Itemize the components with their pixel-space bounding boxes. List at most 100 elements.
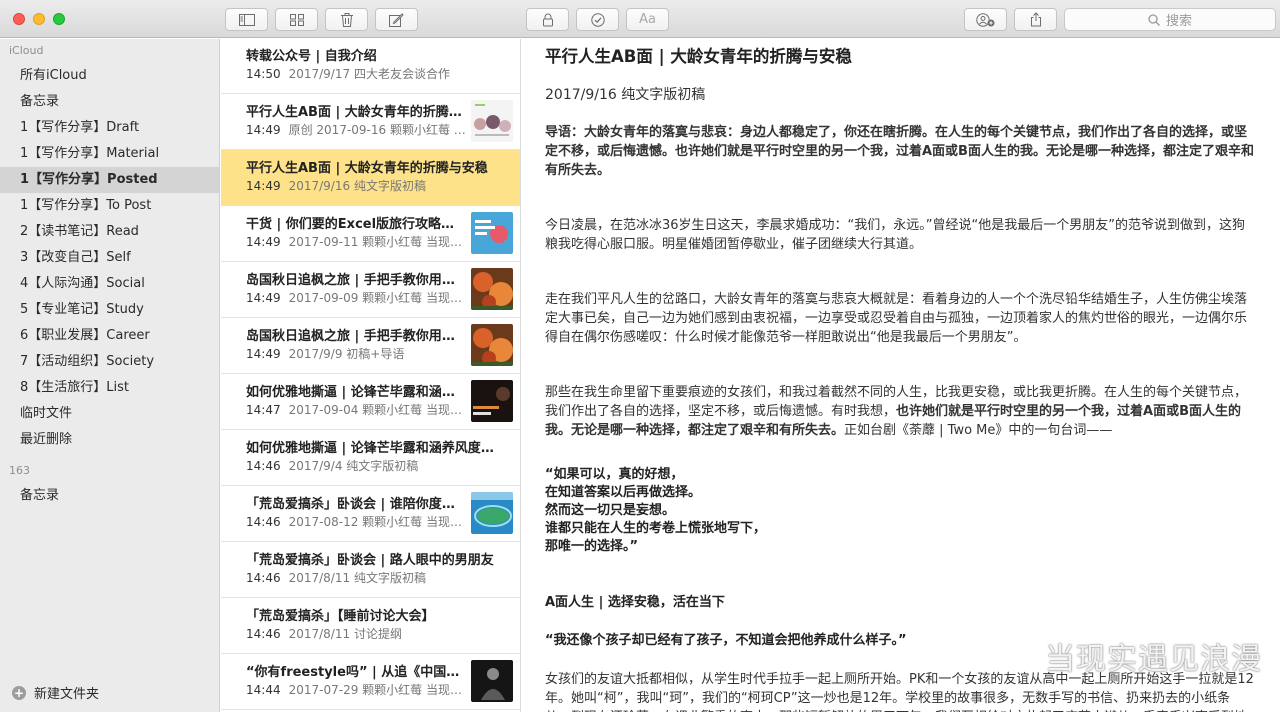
sidebar-item-163-notes[interactable]: 备忘录	[0, 483, 219, 509]
note-title: 「荒岛爱搞杀」卧谈会 | 谁陪你度过漫漫长夜	[246, 497, 466, 512]
new-folder-button[interactable]: + 新建文件夹	[12, 683, 99, 702]
note-preview: 2017-09-04 颗颗小红莓 当现实遇见浪漫	[288, 403, 466, 417]
note-title: 「荒岛爱搞杀」卧谈会 | 路人眼中的男朋友	[246, 553, 494, 568]
note-list-item[interactable]: 平行人生AB面 | 大龄女青年的折腾与安稳 14:49 原创 2017-09-16…	[221, 94, 520, 150]
note-paragraph: 今日凌晨，在范冰冰36岁生日这天，李晨求婚成功：“我们，永远。”曾经说“他是我最…	[545, 218, 1245, 252]
close-window-button[interactable]	[13, 13, 25, 25]
sidebar-item-self[interactable]: 3【改变自己】Self	[0, 245, 219, 271]
note-list-item[interactable]: 「荒岛爱搞杀」卧谈会 | 谁陪你度过漫漫长夜 14:46 2017-08-12 颗…	[221, 486, 520, 542]
note-meta: 14:46 2017/9/4 纯文字版初稿	[246, 458, 506, 475]
note-list-item[interactable]: 岛国秋日追枫之旅 | 手把手教你用攻略 14:49 2017-09-09 颗颗小红…	[221, 262, 520, 318]
sidebar-section-icloud: iCloud	[9, 44, 44, 57]
note-list-item-selected[interactable]: 平行人生AB面 | 大龄女青年的折腾与安稳 14:49 2017/9/16 纯文字…	[221, 150, 520, 206]
note-meta: 14:49 原创 2017-09-16 颗颗小红莓 当现实遇见浪漫	[246, 122, 466, 139]
zoom-window-button[interactable]	[53, 13, 65, 25]
note-preview: 2017-07-29 颗颗小红莓 当现实遇见浪漫	[288, 683, 466, 697]
sidebar-item-posted[interactable]: 1【写作分享】Posted	[0, 167, 219, 193]
note-list-item[interactable]: 干货 | 你们要的Excel版旅行攻略模板来了 14:49 2017-09-11 …	[221, 206, 520, 262]
grid-icon	[289, 13, 304, 26]
note-list-item[interactable]: 如何优雅地撕逼 | 论锋芒毕露和涵养风度的平衡 14:46 2017/9/4 纯文…	[221, 430, 520, 486]
note-preview: 2017/8/11 讨论提纲	[288, 627, 402, 641]
checkmark-circle-icon	[590, 12, 605, 27]
note-meta: 14:49 2017/9/9 初稿+导语	[246, 346, 466, 363]
note-time: 14:49	[246, 179, 281, 193]
note-time: 14:49	[246, 235, 281, 249]
add-people-button[interactable]	[964, 8, 1007, 31]
note-time: 14:49	[246, 123, 281, 137]
note-title: 「荒岛爱搞杀」【睡前讨论大会】	[246, 609, 435, 624]
note-title: “你有freestyle吗” | 从追《中国有嘻哈》说起	[246, 665, 466, 680]
search-icon	[1148, 13, 1160, 26]
note-meta: 14:46 2017/8/11 纯文字版初稿	[246, 570, 506, 587]
note-thumbnail	[471, 380, 513, 422]
minimize-window-button[interactable]	[33, 13, 45, 25]
add-people-icon	[975, 12, 994, 27]
watermark: 当现实遇见浪漫	[1001, 634, 1262, 678]
note-title: 岛国秋日追枫之旅 | 手把手教你用攻略	[246, 273, 466, 288]
lock-button[interactable]	[526, 8, 569, 31]
sidebar-item-recently-deleted[interactable]: 最近删除	[0, 427, 219, 453]
quote-line: 谁都只能在人生的考卷上慌张地写下，	[545, 521, 767, 536]
note-title: 平行人生AB面 | 大龄女青年的折腾与安稳	[246, 161, 488, 176]
note-preview: 2017-09-09 颗颗小红莓 当现实遇见浪漫	[288, 291, 466, 305]
sidebar-item-to-post[interactable]: 1【写作分享】To Post	[0, 193, 219, 219]
note-title: 平行人生AB面 | 大龄女青年的折腾与安稳	[246, 105, 466, 120]
note-list: 转载公众号 | 自我介绍 14:50 2017/9/17 四大老友会谈合作 平行人…	[221, 39, 521, 712]
note-time: 14:46	[246, 627, 281, 641]
sidebar-item-notes[interactable]: 备忘录	[0, 89, 219, 115]
quote-line: 那唯一的选择。”	[545, 539, 639, 554]
search-input[interactable]: 搜索	[1064, 8, 1276, 31]
compose-button[interactable]	[375, 8, 418, 31]
note-time: 14:49	[246, 291, 281, 305]
sidebar-item-all-icloud[interactable]: 所有iCloud	[0, 63, 219, 89]
toolbar: Aa 搜索	[0, 0, 1280, 38]
note-subtitle: 2017/9/16 纯文字版初稿	[545, 87, 706, 103]
checklist-button[interactable]	[576, 8, 619, 31]
lock-icon	[542, 13, 553, 26]
note-thumbnail	[471, 100, 513, 142]
note-lead-paragraph: 导语：大龄女青年的落寞与悲哀：身边人都稳定了，你还在瞎折腾。在人生的每个关键节点…	[545, 125, 1254, 178]
watermark-text: 当现实遇见浪漫	[1045, 642, 1262, 677]
note-list-item[interactable]: 岛国秋日追枫之旅 | 手把手教你用攻略 14:49 2017/9/9 初稿+导语	[221, 318, 520, 374]
format-button[interactable]: Aa	[626, 8, 669, 31]
sidebar-toggle-button[interactable]	[225, 8, 268, 31]
note-time: 14:46	[246, 515, 281, 529]
sidebar-item-career[interactable]: 6【职业发展】Career	[0, 323, 219, 349]
note-title: 如何优雅地撕逼 | 论锋芒毕露和涵养风度的平衡	[246, 441, 506, 456]
sidebar-item-material[interactable]: 1【写作分享】Material	[0, 141, 219, 167]
note-preview: 2017/9/16 纯文字版初稿	[288, 179, 426, 193]
note-preview: 2017/9/4 纯文字版初稿	[288, 459, 419, 473]
note-title: 干货 | 你们要的Excel版旅行攻略模板来了	[246, 217, 466, 232]
sidebar-section-163: 163	[9, 464, 30, 477]
wechat-icon	[1002, 642, 1036, 669]
note-time: 14:44	[246, 683, 281, 697]
note-time: 14:50	[246, 67, 281, 81]
note-list-item[interactable]: 「荒岛爱搞杀」【睡前讨论大会】 14:46 2017/8/11 讨论提纲	[221, 598, 520, 654]
format-label: Aa	[639, 12, 656, 27]
note-preview: 2017/9/17 四大老友会谈合作	[288, 67, 450, 81]
sidebar-item-temp-files[interactable]: 临时文件	[0, 401, 219, 427]
delete-button[interactable]	[325, 8, 368, 31]
sidebar-item-social[interactable]: 4【人际沟通】Social	[0, 271, 219, 297]
gallery-view-button[interactable]	[275, 8, 318, 31]
note-list-item[interactable]: 如何优雅地撕逼 | 论锋芒毕露和涵养风度 14:47 2017-09-04 颗颗小…	[221, 374, 520, 430]
sidebar-item-draft[interactable]: 1【写作分享】Draft	[0, 115, 219, 141]
note-thumbnail	[471, 324, 513, 366]
sidebar-item-read[interactable]: 2【读书笔记】Read	[0, 219, 219, 245]
note-list-item[interactable]: 「荒岛爱搞杀」卧谈会 | 路人眼中的男朋友 14:46 2017/8/11 纯文字…	[221, 542, 520, 598]
sidebar-item-list[interactable]: 8【生活旅行】List	[0, 375, 219, 401]
quote-line: “如果可以，真的好想，	[545, 467, 684, 482]
note-list-item[interactable]: 转载公众号 | 自我介绍 14:50 2017/9/17 四大老友会谈合作	[221, 39, 520, 94]
share-button[interactable]	[1014, 8, 1057, 31]
sidebar-item-society[interactable]: 7【活动组织】Society	[0, 349, 219, 375]
note-preview: 2017-08-12 颗颗小红莓 当现实遇见浪漫	[288, 515, 466, 529]
note-thumbnail	[471, 492, 513, 534]
note-time: 14:46	[246, 571, 281, 585]
section-heading: A面人生 | 选择安稳，活在当下	[545, 595, 725, 610]
note-heading: 平行人生AB面 | 大龄女青年的折腾与安稳	[545, 47, 852, 66]
note-meta: 14:49 2017-09-09 颗颗小红莓 当现实遇见浪漫	[246, 290, 466, 307]
quote-line: 在知道答案以后再做选择。	[545, 485, 702, 500]
note-editor[interactable]: 平行人生AB面 | 大龄女青年的折腾与安稳 2017/9/16 纯文字版初稿 导…	[522, 39, 1280, 712]
note-list-item[interactable]: “你有freestyle吗” | 从追《中国有嘻哈》说起 14:44 2017-0…	[221, 654, 520, 710]
sidebar-item-study[interactable]: 5【专业笔记】Study	[0, 297, 219, 323]
